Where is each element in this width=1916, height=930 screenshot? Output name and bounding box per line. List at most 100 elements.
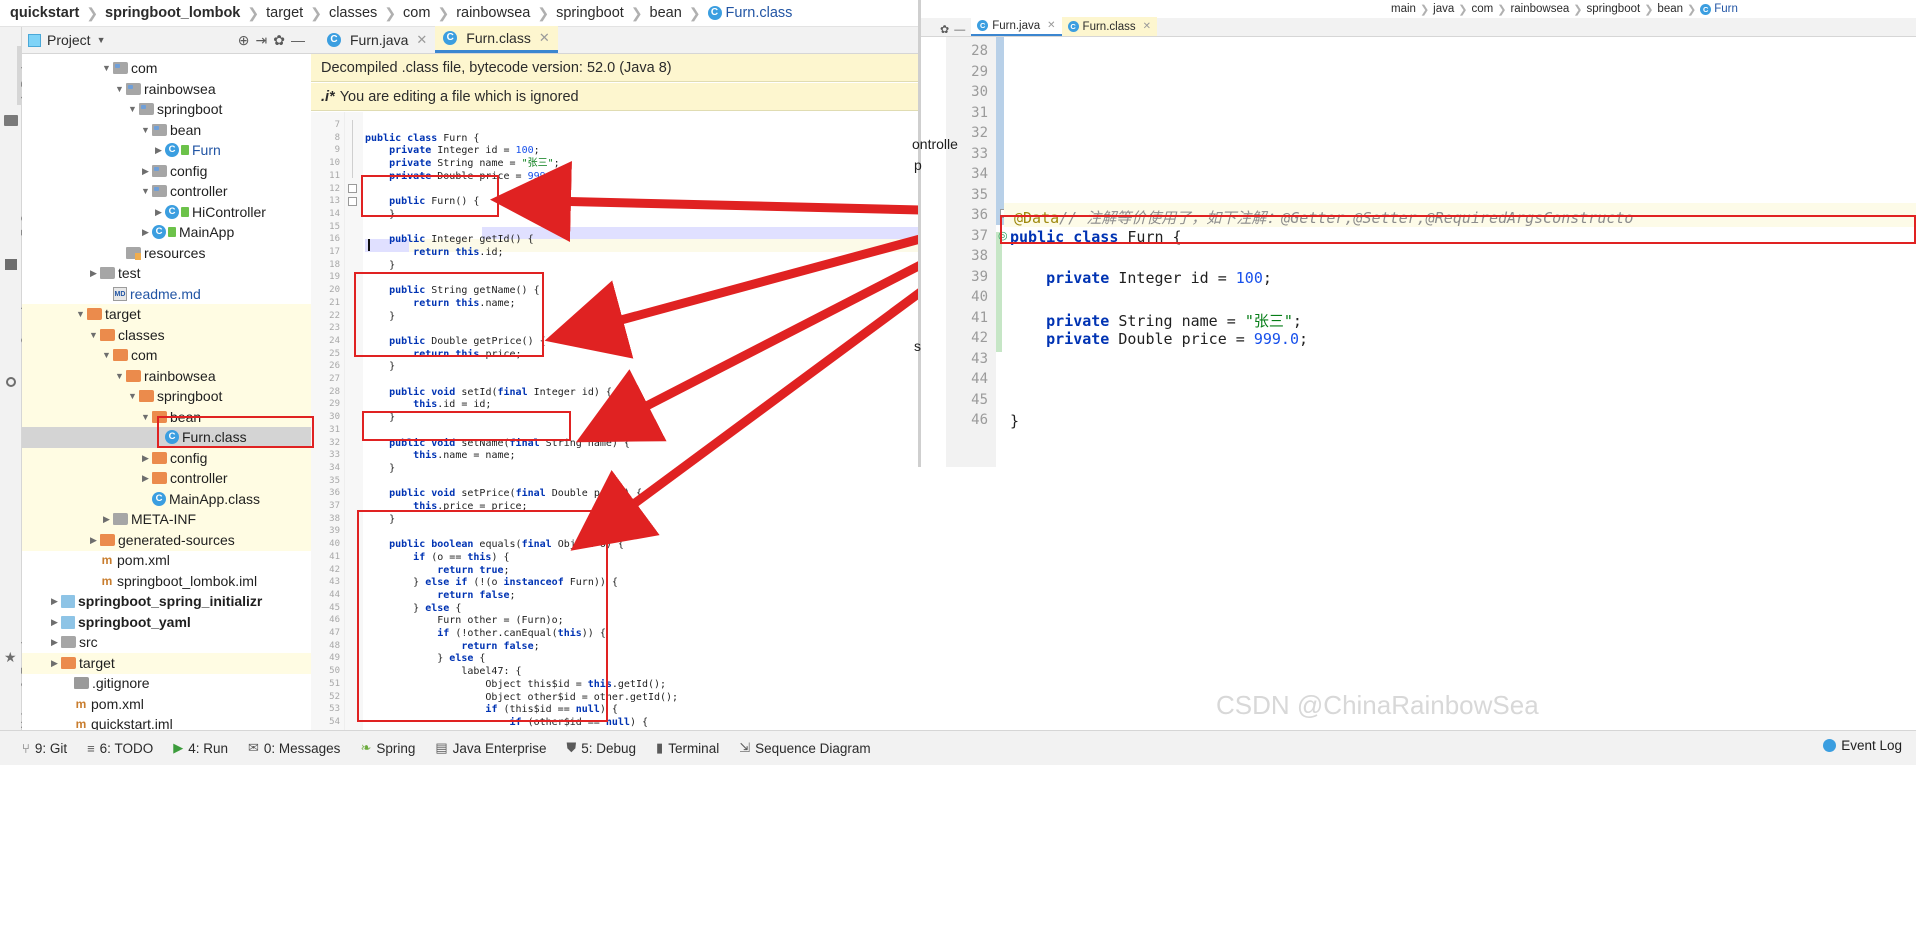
tree-node-springboot-spring-initializr[interactable]: ▶ springboot_spring_initializr (22, 591, 311, 612)
editor-gutter[interactable]: 7 8 9 10 11 12 13 14 15 16 17 18 19 20 21 22 23 24 25 26 27 2… (311, 112, 345, 730)
chevron-down-icon[interactable]: ▼ (74, 309, 87, 319)
tree-node-furn[interactable]: ▶ C Furn (22, 140, 311, 161)
chevron-down-icon[interactable]: ▼ (139, 412, 152, 422)
chevron-down-icon[interactable]: ▼ (126, 104, 139, 114)
tree-node-springboot-lombok-iml[interactable]: m springboot_lombok.iml (22, 571, 311, 592)
chevron-down-icon[interactable]: ▼ (100, 350, 113, 360)
chevron-right-icon[interactable]: ▶ (87, 268, 100, 279)
tree-node-bean[interactable]: ▼ bean (22, 120, 311, 141)
tree-node--gitignore[interactable]: .gitignore (22, 673, 311, 694)
chevron-down-icon[interactable]: ▼ (113, 84, 126, 94)
tree-node-target[interactable]: ▼ target (22, 304, 311, 325)
status-bar-sequence-diagram[interactable]: ⇲ Sequence Diagram (739, 740, 870, 756)
tree-node-generated-sources[interactable]: ▶ generated-sources (22, 530, 311, 551)
tree-node-hicontroller[interactable]: ▶ C HiController (22, 202, 311, 223)
secondary-tab-furn-class[interactable]: C Furn.class ✕ (1061, 17, 1157, 36)
close-icon[interactable]: ✕ (1143, 21, 1151, 32)
locate-icon[interactable]: ⊕ (238, 32, 250, 49)
collapse-all-icon[interactable]: ⇥ (256, 32, 268, 49)
tree-node-controller[interactable]: ▶ controller (22, 468, 311, 489)
status-bar-spring[interactable]: ❧ Spring (360, 740, 415, 756)
chevron-down-icon[interactable]: ▼ (113, 371, 126, 381)
tree-node-readme-md[interactable]: MD readme.md (22, 284, 311, 305)
chevron-right-icon[interactable]: ▶ (139, 453, 152, 464)
breadcrumb-item[interactable]: quickstart (10, 5, 79, 21)
code-editor-decompiled[interactable]: 7 8 9 10 11 12 13 14 15 16 17 18 19 20 21 22 23 24 25 26 27 2… (311, 112, 918, 730)
tree-node-com[interactable]: ▼ com (22, 58, 311, 79)
status-bar-9-git[interactable]: ⑂ 9: Git (22, 741, 67, 756)
fold-marker-close[interactable] (348, 197, 357, 206)
breadcrumb-item[interactable]: java (1433, 3, 1454, 15)
project-strip-icon[interactable] (4, 115, 18, 126)
chevron-down-icon[interactable]: ▼ (126, 391, 139, 401)
chevron-right-icon[interactable]: ▶ (48, 617, 61, 628)
tree-node-springboot[interactable]: ▼ springboot (22, 99, 311, 120)
secondary-tab-furn-java[interactable]: C Furn.java ✕ (971, 17, 1062, 36)
chevron-right-icon[interactable]: ▶ (48, 658, 61, 669)
tree-node-mainapp[interactable]: ▶ C MainApp (22, 222, 311, 243)
tree-node-config[interactable]: ▶ config (22, 448, 311, 469)
tree-node-pom-xml[interactable]: m pom.xml (22, 694, 311, 715)
folding-icon-class[interactable]: ◎ (998, 229, 1010, 242)
event-log-button[interactable]: Event Log (1823, 738, 1902, 753)
commit-strip-icon[interactable] (6, 377, 16, 387)
status-bar-terminal[interactable]: ▮ Terminal (656, 740, 719, 756)
tree-node-config[interactable]: ▶ config (22, 161, 311, 182)
close-icon[interactable]: ✕ (1047, 20, 1055, 31)
status-bar-5-debug[interactable]: ⛊ 5: Debug (566, 740, 636, 756)
tree-node-springboot[interactable]: ▼ springboot (22, 386, 311, 407)
breadcrumb-item[interactable]: classes (329, 5, 377, 21)
editor-tab-furn-class[interactable]: C Furn.class ✕ (435, 26, 558, 53)
chevron-right-icon[interactable]: ▶ (48, 637, 61, 648)
tree-node-controller[interactable]: ▼ controller (22, 181, 311, 202)
breadcrumb-item[interactable]: springboot_lombok (105, 5, 240, 21)
chevron-right-icon[interactable]: ▶ (139, 473, 152, 484)
status-bar-0-messages[interactable]: ✉ 0: Messages (248, 740, 340, 756)
settings-gear-icon[interactable]: ✿ (273, 32, 285, 49)
settings-gear-icon[interactable]: ✿ (940, 23, 949, 36)
tree-node-bean[interactable]: ▼ bean (22, 407, 311, 428)
tree-node-furn-class[interactable]: C Furn.class (22, 427, 311, 448)
chevron-right-icon[interactable]: ▶ (139, 166, 152, 177)
chevron-down-icon[interactable]: ▼ (97, 35, 106, 45)
project-tree[interactable]: ▼ com ▼ rainbowsea ▼ springboot ▼ bean ▶ C Furn ▶ co… (22, 54, 311, 730)
chevron-right-icon[interactable]: ▶ (152, 145, 165, 156)
breadcrumb-current-file[interactable]: Furn.class (726, 5, 793, 21)
hide-panel-icon[interactable]: — (291, 32, 305, 48)
tree-node-classes[interactable]: ▼ classes (22, 325, 311, 346)
status-bar-java-enterprise[interactable]: ▤ Java Enterprise (435, 740, 546, 756)
breadcrumb-item[interactable]: bean (1657, 3, 1683, 15)
tree-node-mainapp-class[interactable]: C MainApp.class (22, 489, 311, 510)
breadcrumb-current-class[interactable]: Furn (1714, 3, 1738, 15)
chevron-down-icon[interactable]: ▼ (100, 63, 113, 73)
breadcrumb-item[interactable]: target (266, 5, 303, 21)
tree-node-meta-inf[interactable]: ▶ META-INF (22, 509, 311, 530)
status-bar-4-run[interactable]: ▶ 4: Run (173, 740, 228, 756)
tree-node-rainbowsea[interactable]: ▼ rainbowsea (22, 79, 311, 100)
chevron-down-icon[interactable]: ▼ (139, 125, 152, 135)
tree-node-com[interactable]: ▼ com (22, 345, 311, 366)
close-icon[interactable]: ✕ (539, 30, 550, 46)
breadcrumb-item[interactable]: main (1391, 3, 1416, 15)
chevron-right-icon[interactable]: ▶ (87, 535, 100, 546)
tree-node-springboot-yaml[interactable]: ▶ springboot_yaml (22, 612, 311, 633)
breadcrumb-item[interactable]: springboot (1586, 3, 1640, 15)
breadcrumb-item[interactable]: springboot (556, 5, 624, 21)
breadcrumb-item[interactable]: com (1471, 3, 1493, 15)
tree-node-quickstart-iml[interactable]: m quickstart.iml (22, 714, 311, 730)
tree-node-src[interactable]: ▶ src (22, 632, 311, 653)
breadcrumb-item[interactable]: rainbowsea (1510, 3, 1569, 15)
tree-node-resources[interactable]: resources (22, 243, 311, 264)
breadcrumb-item[interactable]: bean (650, 5, 682, 21)
chevron-right-icon[interactable]: ▶ (139, 227, 152, 238)
secondary-code-editor[interactable]: ◎ 28 29 30 31 32 33 34 35 36 @Data// 注解等价使用了，如下注解… (918, 37, 1916, 467)
status-bar-6-todo[interactable]: ≡ 6: TODO (87, 741, 153, 756)
hide-panel-icon[interactable]: — (954, 24, 965, 36)
chevron-right-icon[interactable]: ▶ (100, 514, 113, 525)
editor-tab-furn-java[interactable]: C Furn.java ✕ (319, 26, 435, 53)
tree-node-rainbowsea[interactable]: ▼ rainbowsea (22, 366, 311, 387)
breadcrumb-item[interactable]: rainbowsea (456, 5, 530, 21)
chevron-down-icon[interactable]: ▼ (87, 330, 100, 340)
chevron-down-icon[interactable]: ▼ (139, 186, 152, 196)
chevron-right-icon[interactable]: ▶ (152, 207, 165, 218)
